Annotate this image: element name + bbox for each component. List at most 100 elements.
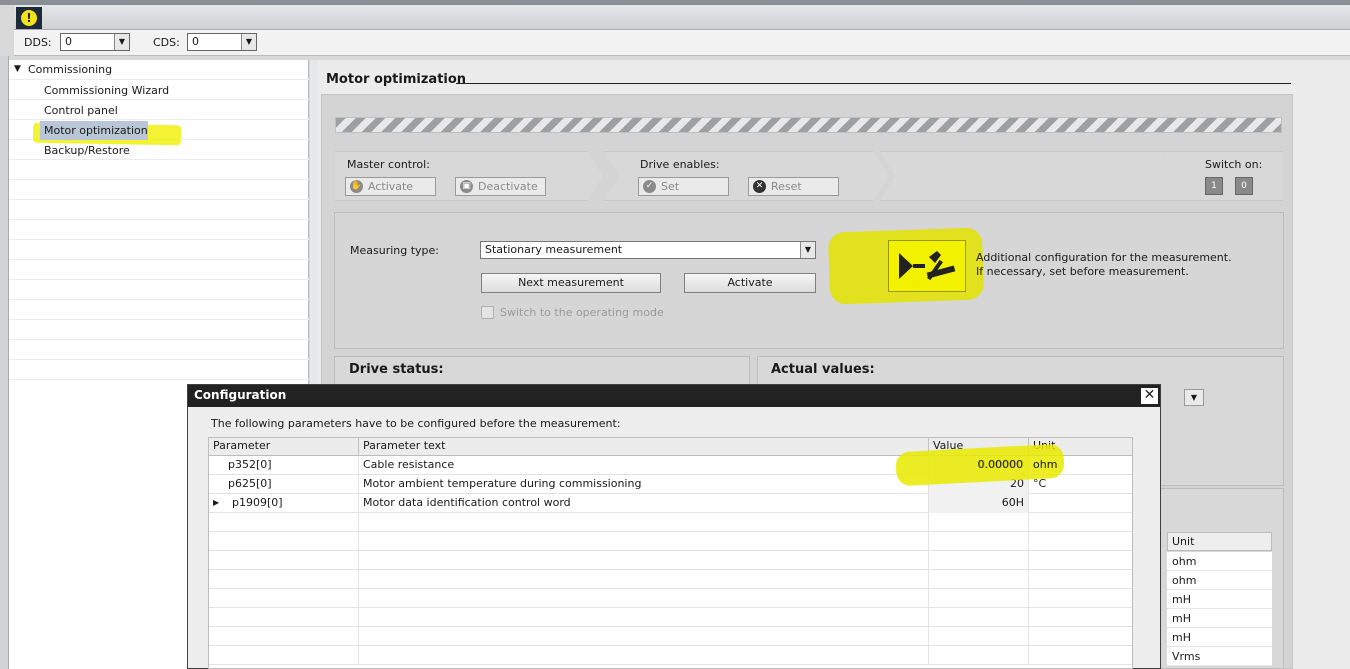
switch-operating-mode-checkbox[interactable] [481, 306, 494, 319]
measurement-configuration-button[interactable] [888, 240, 966, 292]
button-label: Reset [771, 180, 802, 193]
empty-cell [209, 570, 359, 589]
switch-on-1-button[interactable]: 1 [1205, 177, 1223, 195]
warning-button[interactable]: ! [16, 7, 42, 29]
empty-cell [209, 627, 359, 646]
tree-root-commissioning[interactable]: ▼ Commissioning [9, 60, 309, 80]
table-row [209, 570, 1132, 589]
set-button[interactable]: ✓ Set [638, 177, 729, 196]
measuring-type-label: Measuring type: [350, 244, 440, 257]
param-text-cell: Cable resistance [359, 456, 929, 475]
tree-empty-row [9, 360, 309, 380]
tree-empty-row [9, 160, 309, 180]
empty-cell [209, 589, 359, 608]
param-cell: p352[0] [209, 456, 359, 475]
tree-item-label: Commissioning Wizard [44, 84, 170, 97]
master-control-label: Master control: [347, 158, 430, 171]
configuration-icon [899, 251, 956, 281]
tree-item-label: Control panel [44, 104, 118, 117]
dialog-message: The following parameters have to be conf… [211, 417, 621, 430]
switch-on-0-button[interactable]: 0 [1235, 177, 1253, 195]
unit-cell: mH [1167, 590, 1272, 609]
next-measurement-button[interactable]: Next measurement [481, 273, 661, 293]
drive-status-title: Drive status: [349, 362, 444, 377]
configuration-note: Additional configuration for the measure… [976, 251, 1232, 279]
switch-operating-mode-label: Switch to the operating mode [500, 306, 664, 319]
chevron-down-icon: ▼ [114, 34, 129, 50]
tree-item-label: Motor optimization [44, 124, 148, 137]
value-cell[interactable]: 60H [929, 494, 1029, 513]
toolbar [14, 5, 1350, 30]
tree-empty-row [9, 240, 309, 260]
empty-cell [359, 589, 929, 608]
tree-empty-row [9, 220, 309, 240]
param-cell: p625[0] [209, 475, 359, 494]
param-text-cell: Motor data identification control word [359, 494, 929, 513]
unit-cell: Vrms [1167, 647, 1272, 666]
tree-empty-row [9, 200, 309, 220]
expand-triangle-icon[interactable]: ▶ [209, 494, 229, 513]
tree-empty-row [9, 180, 309, 200]
cds-select[interactable]: 0 ▼ [187, 33, 257, 51]
chevron-down-icon: ▼ [800, 242, 815, 258]
tree-empty-row [9, 280, 309, 300]
button-label: Activate [368, 180, 414, 193]
left-edge-panel [0, 56, 9, 669]
button-label: Set [661, 180, 680, 193]
dds-select[interactable]: 0 ▼ [60, 33, 130, 51]
empty-cell [209, 532, 359, 551]
button-label: Deactivate [478, 180, 538, 193]
empty-cell [209, 551, 359, 570]
activate-button[interactable]: Activate [684, 273, 816, 293]
empty-cell [929, 532, 1029, 551]
empty-cell [929, 589, 1029, 608]
switch-on-label: Switch on: [1205, 158, 1263, 171]
warning-icon: ! [21, 10, 37, 26]
table-row [209, 551, 1132, 570]
empty-cell [209, 608, 359, 627]
unit-cell: ohm [1167, 552, 1272, 571]
table-row [209, 608, 1132, 627]
cds-label: CDS: [153, 36, 180, 49]
dds-label: DDS: [24, 36, 52, 49]
param-text-cell: Motor ambient temperature during commiss… [359, 475, 929, 494]
tree-empty-row [9, 340, 309, 360]
empty-cell [929, 513, 1029, 532]
table-row [209, 627, 1132, 646]
expand-triangle-icon: ▼ [14, 64, 21, 74]
monitor-icon: ▣ [460, 180, 473, 193]
actual-values-dropdown[interactable]: ▼ [1184, 389, 1204, 406]
tree-empty-row [9, 300, 309, 320]
dialog-title: Configuration [188, 385, 1160, 407]
tree-empty-row [9, 260, 309, 280]
empty-cell [359, 532, 929, 551]
empty-cell [359, 570, 929, 589]
highlighted-unit: ohm [1033, 458, 1058, 471]
unit-cell: mH [1167, 609, 1272, 628]
tree-root-label: Commissioning [28, 63, 113, 76]
measuring-type-value: Stationary measurement [485, 243, 623, 256]
page-title: Motor optimization [326, 72, 467, 87]
measuring-type-select[interactable]: Stationary measurement ▼ [480, 241, 816, 259]
tree-empty-row [9, 320, 309, 340]
drive-enables-label: Drive enables: [640, 158, 720, 171]
master-deactivate-button[interactable]: ▣ Deactivate [455, 177, 546, 196]
actual-values-title: Actual values: [771, 362, 875, 377]
reset-button[interactable]: ✕ Reset [748, 177, 839, 196]
param-cell: p1909[0] [229, 494, 359, 513]
table-row [209, 532, 1132, 551]
column-header-parameter[interactable]: Parameter [209, 438, 359, 456]
dds-value: 0 [65, 35, 72, 48]
close-icon: ✕ [753, 180, 766, 193]
unit-cell: mH [1167, 628, 1272, 647]
master-activate-button[interactable]: ✋ Activate [345, 177, 436, 196]
table-row[interactable]: ▶ p1909[0] Motor data identification con… [209, 494, 1132, 513]
table-row [209, 646, 1132, 665]
column-header-parameter-text[interactable]: Parameter text [359, 438, 929, 456]
empty-cell [929, 570, 1029, 589]
progress-hatch-bar [335, 117, 1282, 133]
close-icon[interactable]: ✕ [1140, 387, 1159, 405]
empty-cell [929, 646, 1029, 665]
configuration-note-line: Additional configuration for the measure… [976, 251, 1232, 264]
check-icon: ✓ [643, 180, 656, 193]
